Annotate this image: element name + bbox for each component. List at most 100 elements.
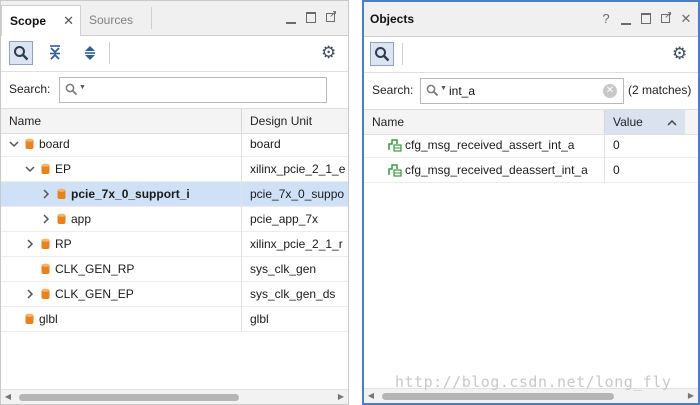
sort-up-icon bbox=[667, 119, 677, 126]
column-header-value-label: Value bbox=[613, 115, 643, 129]
tree-row[interactable]: EP xilinx_pcie_2_1_e bbox=[1, 157, 348, 182]
search-icon bbox=[65, 83, 78, 96]
scope-search-input[interactable]: ▼ bbox=[59, 77, 327, 103]
objects-search-input[interactable]: ▼ int_a ✕ bbox=[420, 78, 624, 104]
minimize-icon[interactable] bbox=[285, 11, 297, 25]
tree-row-design-unit: sys_clk_gen bbox=[250, 262, 317, 276]
minimize-icon[interactable] bbox=[620, 12, 632, 26]
tab-divider bbox=[151, 7, 152, 29]
search-toggle-button[interactable] bbox=[9, 41, 33, 65]
column-header-value[interactable]: Value bbox=[605, 110, 685, 134]
search-label: Search: bbox=[9, 82, 51, 96]
search-icon bbox=[375, 47, 390, 62]
tree-row-design-unit: pcie_7x_0_suppo bbox=[250, 187, 345, 201]
chevron-right-icon[interactable] bbox=[41, 189, 51, 199]
scroll-right-icon[interactable]: ▶ bbox=[684, 389, 698, 403]
tree-row[interactable]: CLK_GEN_RP sys_clk_gen bbox=[1, 257, 348, 282]
objects-search-value: int_a bbox=[449, 84, 476, 98]
tree-row[interactable]: board board bbox=[1, 132, 348, 157]
tree-row-name: board bbox=[39, 137, 70, 151]
scope-panel: Scope ✕ Sources ↗ ⚙ Search: ▼ Name Desig… bbox=[0, 0, 349, 405]
tree-row[interactable]: pcie_7x_0_support_i pcie_7x_0_suppo bbox=[1, 182, 348, 207]
objects-title: Objects bbox=[370, 12, 415, 26]
collapse-all-button[interactable] bbox=[43, 41, 67, 65]
tree-row-name: glbl bbox=[39, 312, 58, 326]
tree-row[interactable]: RP xilinx_pcie_2_1_r bbox=[1, 232, 348, 257]
chevron-right-icon[interactable] bbox=[25, 239, 35, 249]
scroll-thumb[interactable] bbox=[382, 393, 614, 400]
scroll-left-icon[interactable]: ◀ bbox=[1, 390, 15, 404]
object-row[interactable]: cfg_msg_received_deassert_int_a 0 bbox=[364, 158, 698, 183]
tab-scope[interactable]: Scope ✕ bbox=[1, 5, 81, 36]
dropdown-arrow-icon[interactable]: ▼ bbox=[79, 84, 86, 91]
maximize-icon[interactable] bbox=[305, 11, 317, 25]
close-icon[interactable]: ✕ bbox=[63, 6, 74, 36]
signal-icon bbox=[388, 139, 402, 152]
match-count: (2 matches) bbox=[628, 83, 692, 97]
tree-row-design-unit: board bbox=[250, 137, 281, 151]
tree-row-design-unit: xilinx_pcie_2_1_e bbox=[250, 162, 346, 176]
module-icon bbox=[41, 238, 50, 249]
objects-toolbar: ⚙ bbox=[364, 37, 698, 73]
search-toggle-button[interactable] bbox=[370, 42, 394, 66]
scope-horizontal-scrollbar[interactable]: ◀ ▶ bbox=[1, 389, 348, 404]
dropdown-arrow-icon[interactable]: ▼ bbox=[440, 85, 447, 92]
scroll-right-icon[interactable]: ▶ bbox=[334, 390, 348, 404]
tree-row-name: CLK_GEN_EP bbox=[55, 287, 134, 301]
toolbar-divider bbox=[402, 43, 403, 65]
scope-tab-bar: Scope ✕ Sources bbox=[1, 1, 348, 36]
tab-sources[interactable]: Sources bbox=[81, 5, 151, 35]
objects-panel: Objects ?✕ ⚙ Search: ▼ int_a ✕ (2 matche… bbox=[362, 0, 700, 405]
tree-row-name: app bbox=[71, 212, 92, 226]
clear-search-icon[interactable]: ✕ bbox=[603, 84, 617, 98]
chevron-down-icon[interactable] bbox=[25, 164, 35, 174]
help-icon[interactable]: ? bbox=[600, 12, 612, 26]
tree-row[interactable]: CLK_GEN_EP sys_clk_gen_ds bbox=[1, 282, 348, 307]
chevron-down-icon[interactable] bbox=[9, 139, 19, 149]
chevron-right-icon[interactable] bbox=[25, 289, 35, 299]
column-divider-line bbox=[604, 133, 605, 183]
tree-row-name: EP bbox=[55, 162, 72, 176]
tree-row-design-unit: xilinx_pcie_2_1_r bbox=[250, 237, 343, 251]
object-value: 0 bbox=[613, 138, 620, 152]
object-name: cfg_msg_received_assert_int_a bbox=[405, 138, 575, 152]
tree-row-name: RP bbox=[55, 237, 72, 251]
module-icon bbox=[25, 313, 34, 324]
float-icon[interactable] bbox=[660, 9, 672, 26]
float-icon[interactable] bbox=[325, 8, 337, 25]
tree-row-design-unit: pcie_app_7x bbox=[250, 212, 319, 226]
tree-row[interactable]: app pcie_app_7x bbox=[1, 207, 348, 232]
maximize-icon[interactable] bbox=[640, 12, 652, 26]
column-header-name[interactable]: Name bbox=[364, 110, 604, 134]
scope-window-controls bbox=[277, 8, 337, 27]
toolbar-divider bbox=[109, 42, 110, 64]
scroll-left-icon[interactable]: ◀ bbox=[364, 389, 378, 403]
expand-all-icon bbox=[85, 46, 95, 60]
search-label: Search: bbox=[372, 83, 414, 97]
tree-row-design-unit: sys_clk_gen_ds bbox=[250, 287, 336, 301]
gear-icon[interactable]: ⚙ bbox=[672, 43, 687, 65]
close-icon[interactable]: ✕ bbox=[680, 12, 692, 26]
module-icon bbox=[25, 138, 34, 149]
tree-row-name: CLK_GEN_RP bbox=[55, 262, 135, 276]
objects-window-controls: ?✕ bbox=[592, 9, 692, 28]
object-name: cfg_msg_received_deassert_int_a bbox=[405, 163, 588, 177]
gear-icon[interactable]: ⚙ bbox=[321, 42, 336, 64]
object-row[interactable]: cfg_msg_received_assert_int_a 0 bbox=[364, 133, 698, 158]
collapse-all-icon bbox=[50, 45, 60, 60]
column-header-name[interactable]: Name bbox=[1, 109, 241, 133]
objects-title-bar: Objects ?✕ bbox=[364, 2, 698, 37]
module-icon bbox=[41, 263, 50, 274]
search-icon bbox=[426, 84, 439, 97]
column-header-design-unit[interactable]: Design Unit bbox=[242, 109, 348, 133]
chevron-right-icon[interactable] bbox=[41, 214, 51, 224]
column-divider-line bbox=[241, 132, 242, 332]
module-icon bbox=[57, 213, 66, 224]
tree-row-name: pcie_7x_0_support_i bbox=[71, 187, 190, 201]
expand-all-button[interactable] bbox=[78, 41, 102, 65]
scope-grid-header: Name Design Unit bbox=[1, 108, 348, 134]
tree-row[interactable]: glbl glbl bbox=[1, 307, 348, 332]
object-value: 0 bbox=[613, 163, 620, 177]
signal-icon bbox=[388, 164, 402, 177]
scroll-thumb[interactable] bbox=[19, 394, 239, 401]
